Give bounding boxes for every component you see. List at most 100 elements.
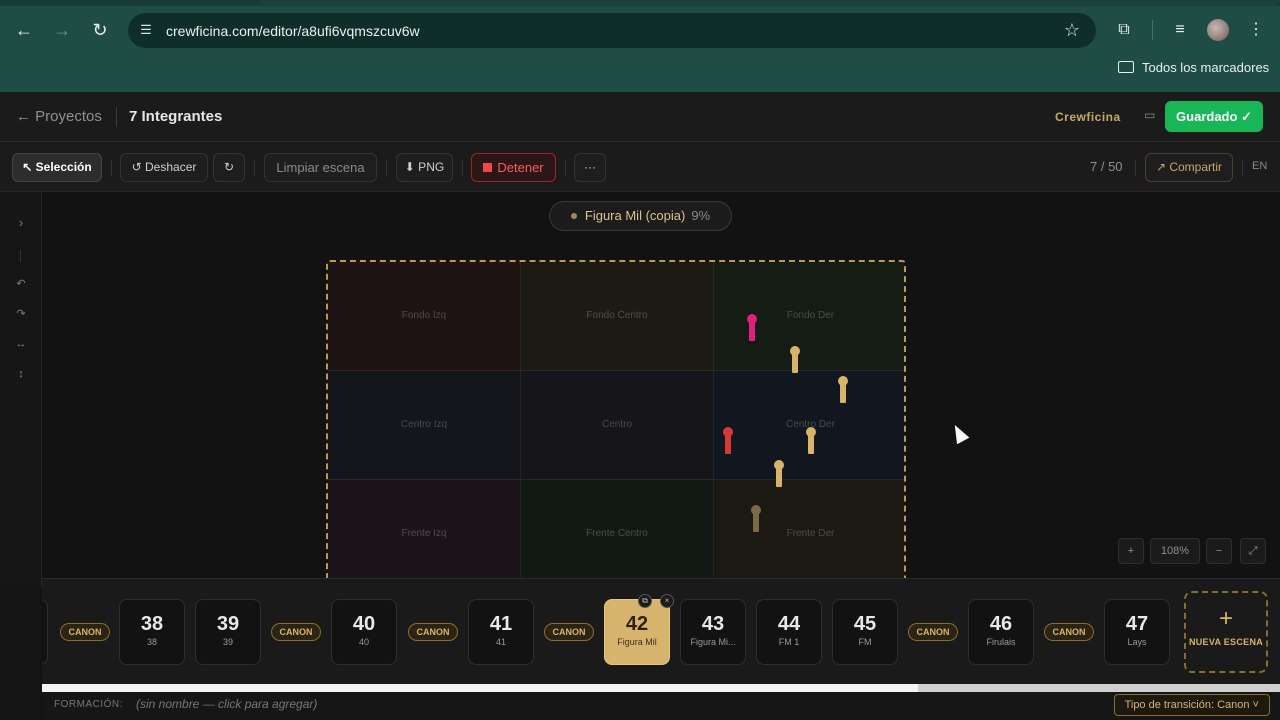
zone-centro: Centro — [521, 371, 714, 480]
dancer-head — [747, 314, 757, 324]
duplicate-scene-icon[interactable]: ⧉ — [638, 594, 652, 608]
tab-strip-bar — [260, 0, 1280, 6]
scene-number: 43 — [701, 613, 725, 635]
back-arrow-icon[interactable]: ← — [11, 17, 37, 43]
scene-name: Lays — [1127, 637, 1147, 647]
rotate-right-icon[interactable]: ↷ — [12, 305, 30, 323]
share-button[interactable]: ↗ Compartir — [1145, 153, 1233, 182]
scene-card[interactable]: 38 38 — [119, 599, 185, 665]
scene-card[interactable]: 41 41 — [468, 599, 534, 665]
scene-number: 44 — [777, 613, 801, 635]
zoom-out-button[interactable]: − — [1206, 538, 1232, 564]
canon-transition-badge[interactable]: CANON — [908, 623, 958, 641]
expand-panel-icon[interactable]: › — [12, 214, 30, 232]
dancer-marker[interactable] — [774, 460, 784, 490]
zoom-in-button[interactable]: + — [1118, 538, 1144, 564]
formation-name-input[interactable]: (sin nombre — click para agregar) — [136, 697, 317, 711]
dancer-marker[interactable] — [751, 505, 761, 535]
canon-transition-badge[interactable]: CANON — [1044, 623, 1094, 641]
scene-card[interactable]: 40 40 — [331, 599, 397, 665]
dancer-marker[interactable] — [747, 314, 757, 344]
saved-status-button[interactable]: Guardado ✓ — [1165, 101, 1263, 132]
undo-button[interactable]: ↺ Deshacer — [120, 153, 208, 182]
scene-number: 41 — [489, 613, 513, 635]
project-title: 7 Integrantes — [129, 108, 223, 125]
fit-screen-button[interactable]: ⤢ — [1240, 538, 1266, 564]
scene-card-partial[interactable] — [42, 599, 48, 665]
zone-fondo-centro: Fondo Centro — [521, 262, 714, 371]
brand-logo: Crewficina — [1055, 110, 1121, 124]
clear-scene-button[interactable]: Limpiar escena — [264, 153, 377, 182]
canon-transition-badge[interactable]: CANON — [60, 623, 110, 641]
scene-card[interactable]: 44 FM 1 — [756, 599, 822, 665]
scene-card[interactable]: 47 Lays — [1104, 599, 1170, 665]
scene-card-active[interactable]: ⧉ × 42 Figura Mil — [604, 594, 674, 665]
scene-number: 45 — [853, 613, 877, 635]
rotate-left-icon[interactable]: ↶ — [12, 275, 30, 293]
flip-vertical-icon[interactable]: ↕ — [12, 365, 30, 383]
editor-toolbar: ↖ Selección ↺ Deshacer ↻ Limpiar escena … — [0, 142, 1280, 192]
export-png-button[interactable]: ⬇ PNG — [396, 153, 453, 182]
scene-name: 40 — [358, 637, 369, 647]
extensions-icon[interactable]: ⧉ — [1111, 17, 1137, 43]
reading-list-icon[interactable]: ≡ — [1167, 17, 1193, 43]
scene-counter: 7 / 50 — [1090, 159, 1123, 174]
scene-card[interactable]: 39 39 — [195, 599, 261, 665]
zoom-level: 108% — [1150, 538, 1200, 564]
canon-transition-badge[interactable]: CANON — [408, 623, 458, 641]
scene-card[interactable]: 45 FM — [832, 599, 898, 665]
dancer-head — [723, 427, 733, 437]
scene-number: 39 — [216, 613, 240, 635]
dancer-marker[interactable] — [806, 427, 816, 457]
toolbar-divider — [1135, 160, 1136, 176]
scene-name: 39 — [222, 637, 233, 647]
menu-icon[interactable]: ▭ — [1144, 108, 1155, 122]
dancer-marker[interactable] — [790, 346, 800, 376]
dancer-body — [749, 321, 755, 341]
redo-button[interactable]: ↻ — [213, 153, 245, 182]
stop-label: Detener — [497, 160, 544, 175]
delete-scene-icon[interactable]: × — [660, 594, 674, 608]
language-toggle[interactable]: EN — [1252, 160, 1267, 172]
scrollbar-thumb[interactable] — [918, 684, 1280, 692]
canon-transition-badge[interactable]: CANON — [271, 623, 321, 641]
flip-horizontal-icon[interactable]: ↔ — [12, 335, 30, 353]
all-bookmarks[interactable]: Todos los marcadores — [1118, 60, 1269, 78]
scene-card[interactable]: 46 Firulais — [968, 599, 1034, 665]
dancer-body — [725, 434, 731, 454]
scene-name: 41 — [495, 637, 506, 647]
bookmarks-label: Todos los marcadores — [1142, 60, 1270, 75]
site-settings-icon[interactable]: ☰ — [138, 22, 154, 38]
scene-card[interactable]: 43 Figura Mi... — [680, 599, 746, 665]
forward-arrow-icon[interactable]: → — [49, 17, 75, 43]
stop-playback-button[interactable]: Detener — [471, 153, 556, 182]
dancer-body — [808, 434, 814, 454]
figure-dot-icon — [570, 213, 577, 219]
browser-menu-icon[interactable]: ⋮ — [1243, 17, 1269, 43]
toolbar-divider — [111, 160, 112, 176]
scene-name: Figura Mil — [617, 637, 657, 647]
new-scene-button[interactable]: + NUEVA ESCENA — [1184, 591, 1268, 673]
dancer-marker[interactable] — [838, 376, 848, 406]
folder-icon — [1118, 61, 1134, 73]
zone-frente-izq: Frente Izq — [328, 480, 521, 578]
select-tool-button[interactable]: ↖ Selección — [12, 153, 102, 182]
more-options-button[interactable]: ··· — [574, 153, 606, 182]
zone-centro-izq: Centro Izq — [328, 371, 521, 480]
back-to-projects-link[interactable]: ← Proyectos — [16, 108, 102, 125]
timeline-scrollbar[interactable] — [42, 684, 1280, 692]
editor-canvas[interactable]: Figura Mil (copia) 9% Fondo Izq Fondo Cen… — [42, 192, 1280, 578]
transition-type-select[interactable]: Tipo de transición: Canon ˅ — [1113, 694, 1270, 716]
bookmark-star-icon[interactable]: ☆ — [1064, 20, 1080, 41]
profile-avatar[interactable] — [1207, 19, 1229, 41]
canon-transition-badge[interactable]: CANON — [544, 623, 594, 641]
reload-icon[interactable]: ↻ — [87, 17, 113, 43]
dancer-head — [838, 376, 848, 386]
dancer-marker[interactable] — [723, 427, 733, 457]
zone-frente-der: Frente Der — [714, 480, 904, 578]
address-bar[interactable]: ☰ crewficina.com/editor/a8ufi6vqmszcuv6w… — [128, 13, 1096, 48]
stage-grid[interactable]: Fondo Izq Fondo Centro Fondo Der Centro … — [326, 260, 906, 578]
zone-frente-centro: Frente Centro — [521, 480, 714, 578]
figure-progress: 9% — [691, 208, 711, 223]
scene-number: 42 — [625, 613, 649, 635]
